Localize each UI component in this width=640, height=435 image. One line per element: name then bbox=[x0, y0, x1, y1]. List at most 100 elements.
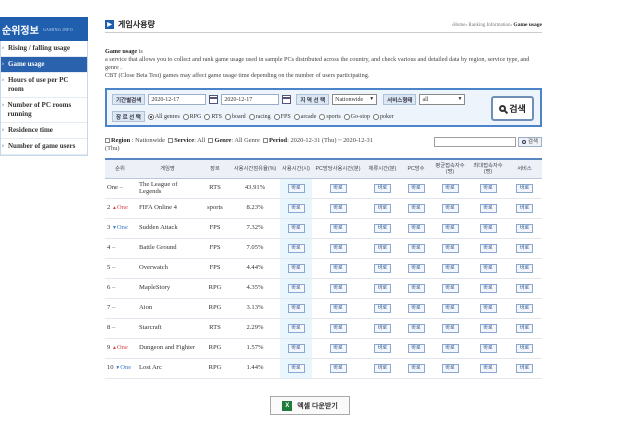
radio-button[interactable] bbox=[293, 113, 300, 120]
view-button[interactable]: 바로 bbox=[516, 303, 533, 313]
view-button[interactable]: 바로 bbox=[287, 263, 305, 273]
view-button[interactable]: 바로 bbox=[329, 183, 347, 193]
view-button[interactable]: 바로 bbox=[329, 283, 347, 293]
sidebar-item[interactable]: › Hours of use per PC room bbox=[1, 73, 87, 98]
view-button[interactable]: 바로 bbox=[287, 303, 305, 313]
view-button[interactable]: 바로 bbox=[441, 243, 459, 253]
view-button[interactable]: 바로 bbox=[287, 203, 305, 213]
view-button[interactable]: 바로 bbox=[407, 323, 425, 333]
view-button[interactable]: 바로 bbox=[516, 263, 533, 273]
view-button[interactable]: 바로 bbox=[479, 263, 497, 273]
view-button[interactable]: 바로 bbox=[441, 203, 459, 213]
game-name[interactable]: Overwatch bbox=[135, 258, 200, 279]
view-button[interactable]: 바로 bbox=[479, 243, 497, 253]
game-name[interactable]: Aion bbox=[135, 298, 200, 319]
genre-radio[interactable]: sports bbox=[319, 113, 341, 120]
radio-button[interactable] bbox=[224, 113, 231, 120]
genre-radio[interactable]: poker bbox=[373, 113, 394, 120]
view-button[interactable]: 바로 bbox=[441, 343, 459, 353]
view-button[interactable]: 바로 bbox=[407, 263, 425, 273]
view-button[interactable]: 바로 bbox=[287, 243, 305, 253]
view-button[interactable]: 바로 bbox=[479, 283, 497, 293]
view-button[interactable]: 바로 bbox=[374, 303, 391, 313]
view-button[interactable]: 바로 bbox=[374, 363, 391, 373]
view-button[interactable]: 바로 bbox=[516, 243, 533, 253]
radio-button[interactable] bbox=[343, 113, 350, 120]
view-button[interactable]: 바로 bbox=[329, 303, 347, 313]
game-name[interactable]: Sudden Attack bbox=[135, 218, 200, 239]
view-button[interactable]: 바로 bbox=[441, 283, 459, 293]
view-button[interactable]: 바로 bbox=[407, 303, 425, 313]
view-button[interactable]: 바로 bbox=[516, 343, 533, 353]
view-button[interactable]: 바로 bbox=[329, 243, 347, 253]
view-button[interactable]: 바로 bbox=[441, 363, 459, 373]
radio-button[interactable] bbox=[248, 113, 255, 120]
radio-button[interactable] bbox=[182, 113, 189, 120]
view-button[interactable]: 바로 bbox=[329, 263, 347, 273]
radio-button[interactable] bbox=[273, 113, 280, 120]
view-button[interactable]: 바로 bbox=[287, 183, 305, 193]
view-button[interactable]: 바로 bbox=[479, 303, 497, 313]
search-button[interactable]: 검색 bbox=[491, 96, 534, 121]
view-button[interactable]: 바로 bbox=[287, 323, 305, 333]
view-button[interactable]: 바로 bbox=[516, 363, 533, 373]
breadcrumb-path[interactable]: ›Home› Ranking Information› bbox=[452, 23, 513, 28]
calendar-icon[interactable] bbox=[209, 95, 219, 104]
view-button[interactable]: 바로 bbox=[407, 223, 425, 233]
genre-radio[interactable]: FPS bbox=[273, 113, 291, 120]
view-button[interactable]: 바로 bbox=[374, 343, 391, 353]
view-button[interactable]: 바로 bbox=[407, 183, 425, 193]
view-button[interactable]: 바로 bbox=[329, 323, 347, 333]
game-name[interactable]: The League of Legends bbox=[135, 178, 200, 199]
genre-radio[interactable]: arcade bbox=[293, 113, 316, 120]
view-button[interactable]: 바로 bbox=[516, 183, 533, 193]
view-button[interactable]: 바로 bbox=[441, 183, 459, 193]
view-button[interactable]: 바로 bbox=[329, 223, 347, 233]
excel-download-button[interactable]: X 엑셀 다운받기 bbox=[270, 396, 350, 415]
view-button[interactable]: 바로 bbox=[479, 223, 497, 233]
game-name[interactable]: Battle Ground bbox=[135, 238, 200, 259]
date-from-input[interactable]: 2020-12-17 bbox=[148, 94, 207, 105]
game-name[interactable]: Starcraft bbox=[135, 318, 200, 339]
sidebar-item[interactable]: › Residence time bbox=[1, 123, 87, 139]
sidebar-item[interactable]: › Number of PC rooms running bbox=[1, 98, 87, 123]
genre-radio[interactable]: board bbox=[224, 113, 246, 120]
view-button[interactable]: 바로 bbox=[407, 203, 425, 213]
sidebar-item[interactable]: › Rising / falling usage bbox=[1, 41, 87, 57]
view-button[interactable]: 바로 bbox=[479, 343, 497, 353]
view-button[interactable]: 바로 bbox=[516, 283, 533, 293]
view-button[interactable]: 바로 bbox=[374, 283, 391, 293]
radio-button[interactable] bbox=[373, 113, 380, 120]
view-button[interactable]: 바로 bbox=[479, 363, 497, 373]
view-button[interactable]: 바로 bbox=[407, 363, 425, 373]
view-button[interactable]: 바로 bbox=[441, 263, 459, 273]
view-button[interactable]: 바로 bbox=[441, 323, 459, 333]
genre-radio[interactable]: RPG bbox=[182, 113, 201, 120]
view-button[interactable]: 바로 bbox=[516, 223, 533, 233]
view-button[interactable]: 바로 bbox=[479, 323, 497, 333]
view-button[interactable]: 바로 bbox=[374, 183, 391, 193]
view-button[interactable]: 바로 bbox=[407, 283, 425, 293]
view-button[interactable]: 바로 bbox=[407, 343, 425, 353]
calendar-icon[interactable] bbox=[282, 95, 292, 104]
view-button[interactable]: 바로 bbox=[374, 203, 391, 213]
radio-button[interactable] bbox=[319, 113, 326, 120]
view-button[interactable]: 바로 bbox=[374, 263, 391, 273]
view-button[interactable]: 바로 bbox=[479, 203, 497, 213]
view-button[interactable]: 바로 bbox=[374, 323, 391, 333]
view-button[interactable]: 바로 bbox=[329, 363, 347, 373]
view-button[interactable]: 바로 bbox=[287, 343, 305, 353]
view-button[interactable]: 바로 bbox=[516, 203, 533, 213]
game-name[interactable]: FIFA Online 4 bbox=[135, 198, 200, 219]
genre-radio[interactable]: Go-stop bbox=[343, 113, 370, 120]
region-select[interactable]: Nationwide ▼ bbox=[332, 94, 378, 105]
service-select[interactable]: all ▼ bbox=[419, 94, 466, 105]
genre-radio[interactable]: RTS bbox=[204, 113, 222, 120]
view-button[interactable]: 바로 bbox=[441, 223, 459, 233]
view-button[interactable]: 바로 bbox=[516, 323, 533, 333]
view-button[interactable]: 바로 bbox=[407, 243, 425, 253]
radio-button[interactable] bbox=[147, 113, 154, 120]
genre-radio[interactable]: racing bbox=[248, 113, 271, 120]
date-to-input[interactable]: 2020-12-17 bbox=[221, 94, 280, 105]
view-button[interactable]: 바로 bbox=[329, 343, 347, 353]
